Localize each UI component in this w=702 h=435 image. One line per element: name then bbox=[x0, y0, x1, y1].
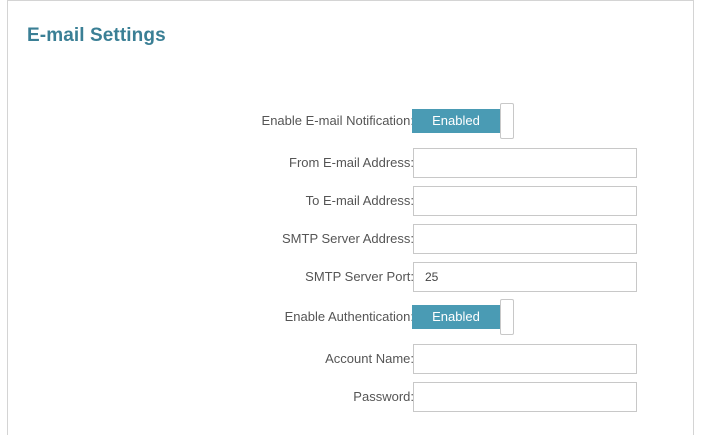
smtp-server-label: SMTP Server Address: bbox=[282, 231, 414, 246]
enable-auth-label: Enable Authentication: bbox=[284, 309, 414, 324]
enable-auth-toggle[interactable]: Enabled bbox=[412, 299, 514, 335]
password-label: Password: bbox=[353, 389, 414, 404]
from-address-label: From E-mail Address: bbox=[289, 155, 414, 170]
enable-auth-toggle-state: Enabled bbox=[412, 305, 500, 329]
from-address-input[interactable] bbox=[413, 148, 637, 178]
smtp-server-row: SMTP Server Address: bbox=[8, 223, 694, 255]
password-input[interactable] bbox=[413, 382, 637, 412]
smtp-server-input[interactable] bbox=[413, 224, 637, 254]
account-name-row: Account Name: bbox=[8, 343, 694, 375]
to-address-row: To E-mail Address: bbox=[8, 185, 694, 217]
from-address-row: From E-mail Address: bbox=[8, 147, 694, 179]
toggle-knob[interactable] bbox=[500, 299, 514, 335]
enable-notification-toggle[interactable]: Enabled bbox=[412, 103, 514, 139]
enable-notification-toggle-state: Enabled bbox=[412, 109, 500, 133]
enable-notification-label: Enable E-mail Notification: bbox=[261, 113, 414, 128]
section-title: E-mail Settings bbox=[27, 25, 166, 46]
smtp-port-input[interactable] bbox=[413, 262, 637, 292]
password-row: Password: bbox=[8, 381, 694, 413]
account-name-input[interactable] bbox=[413, 344, 637, 374]
smtp-port-label: SMTP Server Port: bbox=[305, 269, 414, 284]
account-name-label: Account Name: bbox=[325, 351, 414, 366]
email-settings-panel: E-mail Settings Enable E-mail Notificati… bbox=[7, 0, 694, 435]
enable-notification-row: Enable E-mail Notification: Enabled bbox=[8, 103, 694, 139]
to-address-input[interactable] bbox=[413, 186, 637, 216]
toggle-knob[interactable] bbox=[500, 103, 514, 139]
enable-auth-row: Enable Authentication: Enabled bbox=[8, 299, 694, 335]
smtp-port-row: SMTP Server Port: bbox=[8, 261, 694, 293]
to-address-label: To E-mail Address: bbox=[305, 193, 414, 208]
